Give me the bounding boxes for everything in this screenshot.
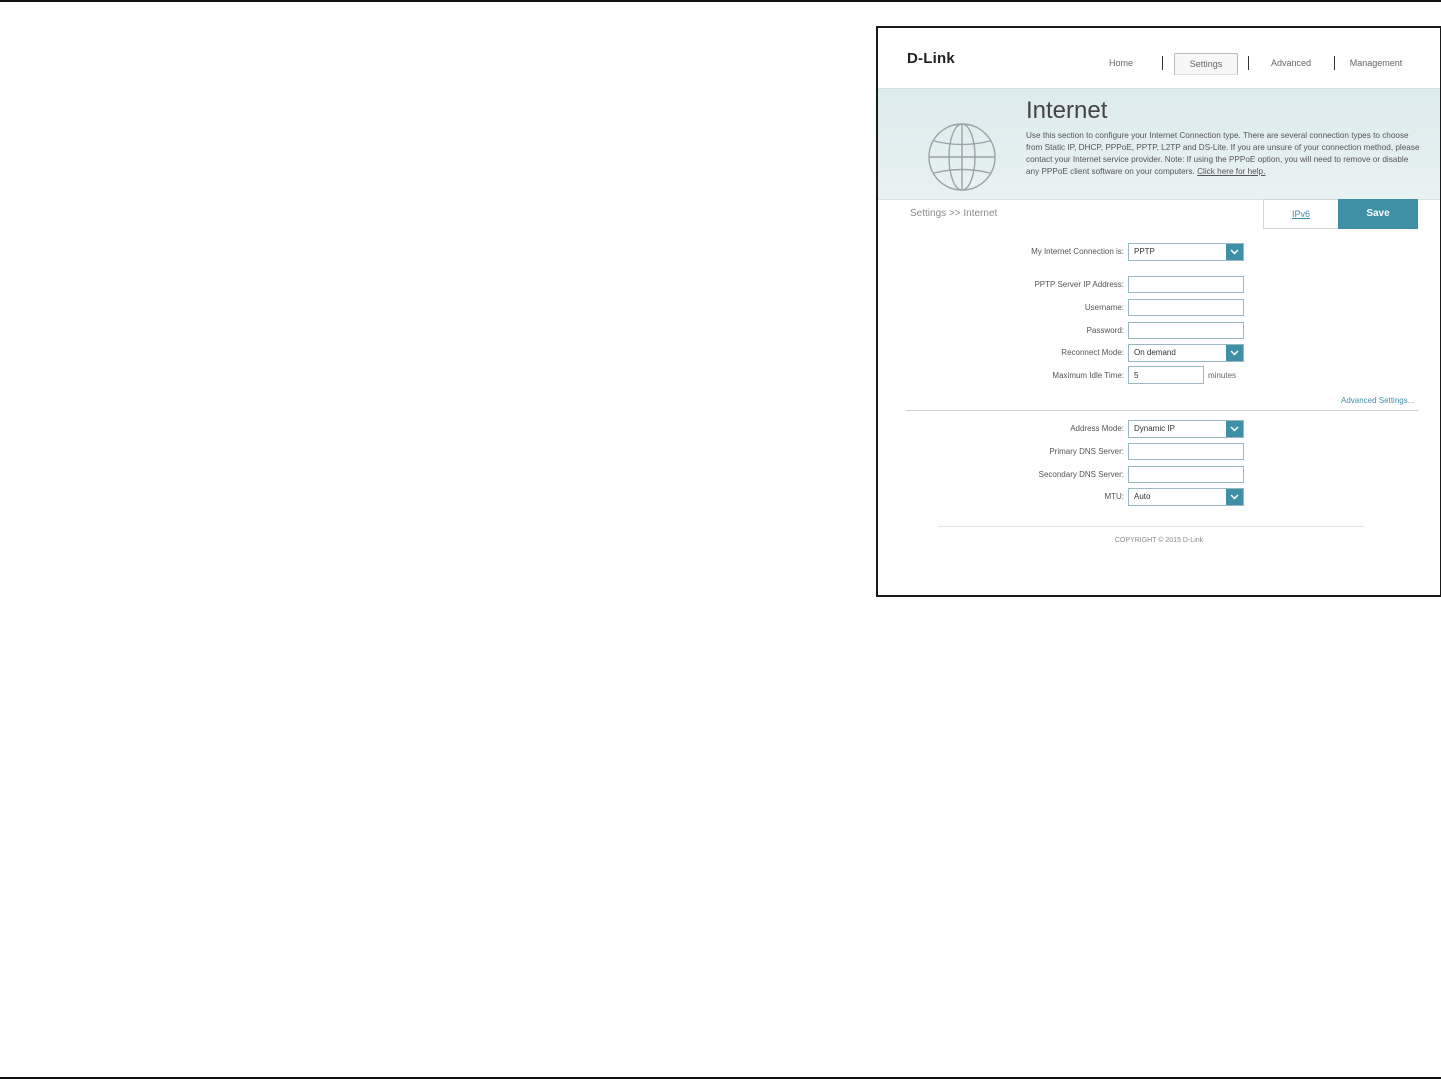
username-input[interactable] xyxy=(1128,299,1244,316)
nav-advanced[interactable]: Advanced xyxy=(1262,53,1320,73)
copyright-text: COPYRIGHT © 2015 D-Link xyxy=(1114,537,1204,544)
idle-time-unit: minutes xyxy=(1208,371,1237,380)
top-rule xyxy=(0,0,1441,2)
globe-icon xyxy=(928,123,996,191)
advanced-settings-link[interactable]: Advanced Settings... xyxy=(1341,396,1414,405)
section-divider xyxy=(906,410,1418,411)
secondary-dns-row: Secondary DNS Server: xyxy=(904,466,1124,484)
idle-time-label: Maximum Idle Time: xyxy=(1052,371,1124,380)
bottom-rule xyxy=(0,1077,1441,1079)
nav-management[interactable]: Management xyxy=(1344,53,1408,73)
connection-type-select[interactable]: PPTP xyxy=(1128,243,1244,261)
top-nav: Home Settings Advanced Management xyxy=(1098,53,1428,75)
primary-dns-label: Primary DNS Server: xyxy=(1049,447,1124,456)
screenshot-frame: D-Link Home Settings Advanced Management… xyxy=(876,26,1441,597)
nav-divider xyxy=(1334,56,1335,70)
primary-dns-input[interactable] xyxy=(1128,443,1244,460)
secondary-dns-input[interactable] xyxy=(1128,466,1244,483)
page-banner: Internet Use this section to configure y… xyxy=(878,88,1440,200)
nav-divider xyxy=(1162,56,1163,70)
address-mode-label: Address Mode: xyxy=(1070,424,1124,433)
breadcrumb: Settings >> Internet xyxy=(910,208,998,219)
mtu-select[interactable]: Auto xyxy=(1128,488,1244,506)
dlink-logo: D-Link xyxy=(907,50,955,67)
primary-dns-row: Primary DNS Server: xyxy=(904,443,1124,461)
server-ip-label: PPTP Server IP Address: xyxy=(1034,280,1124,289)
breadcrumb-bar: Settings >> Internet IPv6 Save xyxy=(878,199,1440,229)
reconnect-mode-select[interactable]: On demand xyxy=(1128,344,1244,362)
username-row: Username: xyxy=(904,299,1124,317)
help-link[interactable]: Click here for help. xyxy=(1197,167,1265,176)
reconnect-row: Reconnect Mode: xyxy=(904,344,1124,362)
nav-divider xyxy=(1248,56,1249,70)
password-row: Password: xyxy=(904,322,1124,340)
chevron-down-icon xyxy=(1226,489,1243,505)
save-button[interactable]: Save xyxy=(1338,199,1418,229)
pptp-server-ip-input[interactable] xyxy=(1128,276,1244,293)
idle-time-row: Maximum Idle Time: xyxy=(904,367,1124,385)
mtu-row: MTU: xyxy=(904,488,1124,506)
address-mode-value: Dynamic IP xyxy=(1134,424,1175,433)
password-input[interactable] xyxy=(1128,322,1244,339)
nav-settings[interactable]: Settings xyxy=(1174,53,1238,75)
chevron-down-icon xyxy=(1226,244,1243,260)
reconnect-label: Reconnect Mode: xyxy=(1061,348,1124,357)
footer-divider xyxy=(938,526,1364,527)
page-title: Internet xyxy=(1026,97,1108,124)
ipv6-button[interactable]: IPv6 xyxy=(1263,199,1339,229)
server-ip-row: PPTP Server IP Address: xyxy=(904,276,1124,294)
chevron-down-icon xyxy=(1226,421,1243,437)
page-description: Use this section to configure your Inter… xyxy=(1026,130,1422,178)
connection-type-value: PPTP xyxy=(1134,247,1155,256)
connection-row: My Internet Connection is: xyxy=(904,243,1124,261)
reconnect-mode-value: On demand xyxy=(1134,348,1176,357)
nav-home[interactable]: Home xyxy=(1098,53,1144,73)
address-mode-select[interactable]: Dynamic IP xyxy=(1128,420,1244,438)
password-label: Password: xyxy=(1086,326,1124,335)
username-label: Username: xyxy=(1084,303,1124,312)
mtu-label: MTU: xyxy=(1104,492,1124,501)
chevron-down-icon xyxy=(1226,345,1243,361)
mtu-value: Auto xyxy=(1134,492,1151,501)
idle-time-input[interactable]: 5 xyxy=(1128,366,1204,384)
connection-label: My Internet Connection is: xyxy=(1031,247,1124,256)
secondary-dns-label: Secondary DNS Server: xyxy=(1038,470,1124,479)
address-mode-row: Address Mode: xyxy=(904,420,1124,438)
